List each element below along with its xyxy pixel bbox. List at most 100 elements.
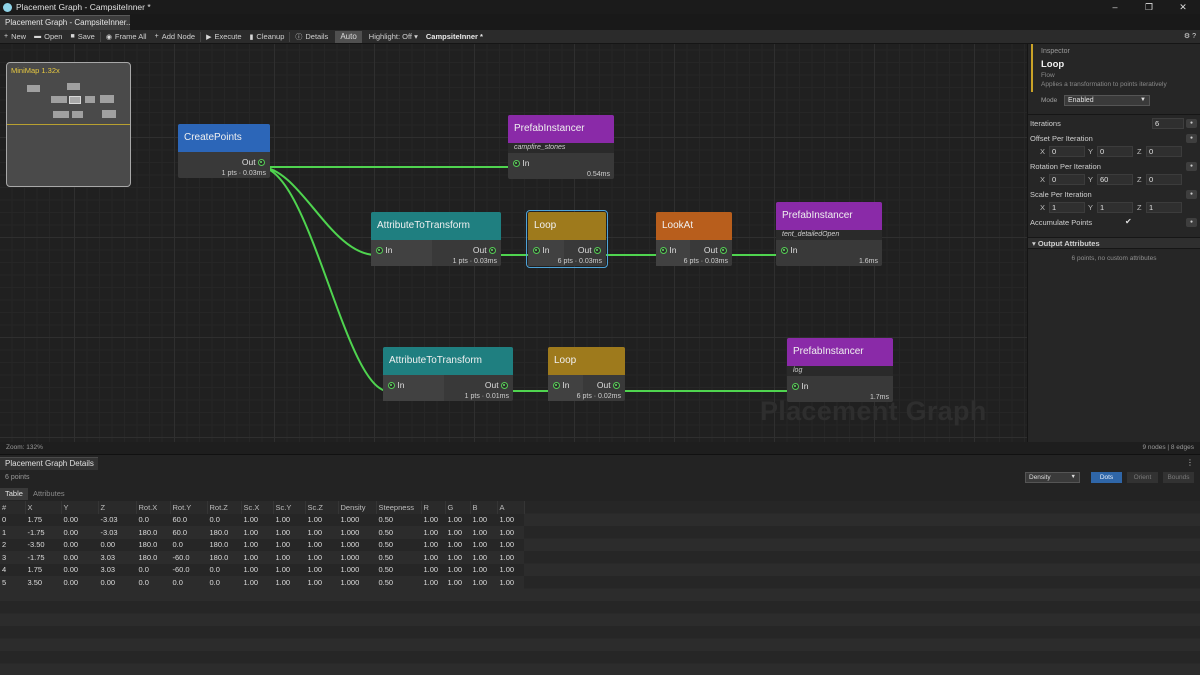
table-row[interactable]: 3 -1.75 0.00 3.03 180.0 -60.0 180.0 1.00 1.00 1.0… <box>0 551 524 564</box>
port-dot-icon[interactable] <box>792 383 799 390</box>
input-port[interactable]: In <box>660 245 676 255</box>
node-look-at[interactable]: LookAt In Out 6 pts · 0.03ms <box>656 212 732 266</box>
column-header[interactable]: Y <box>61 501 99 514</box>
add-node-button[interactable]: + Add Node <box>151 30 199 44</box>
input-port[interactable]: In <box>781 245 797 255</box>
offset-x-field[interactable]: 0 <box>1049 146 1085 157</box>
node-prefab-instancer[interactable]: PrefabInstancer tent_detailedOpen In 1.6… <box>776 202 882 266</box>
details-tab[interactable]: Placement Graph Details <box>0 457 98 470</box>
port-dot-icon[interactable] <box>501 382 508 389</box>
column-header[interactable]: X <box>25 501 62 514</box>
node-create-points[interactable]: CreatePoints Out 1 pts · 0.03ms <box>178 124 270 178</box>
output-port[interactable]: Out <box>485 380 508 390</box>
node-prefab-instancer[interactable]: PrefabInstancer campfire_stones In 0.54m… <box>508 115 614 179</box>
rotation-y-field[interactable]: 60 <box>1097 174 1133 185</box>
orient-toggle[interactable]: Orient <box>1127 472 1158 483</box>
output-port[interactable]: Out <box>704 245 727 255</box>
auto-toggle[interactable]: Auto <box>335 30 362 43</box>
graph-canvas[interactable]: Placement Graph MiniMap 1.32x CreatePoin… <box>0 44 1027 442</box>
column-header[interactable]: Density <box>338 501 377 514</box>
output-port[interactable]: Out <box>578 245 601 255</box>
input-port[interactable]: In <box>792 381 808 391</box>
column-header[interactable]: Z <box>98 501 137 514</box>
output-port[interactable]: Out <box>242 157 265 167</box>
rotation-z-field[interactable]: 0 <box>1146 174 1182 185</box>
offset-y-field[interactable]: 0 <box>1097 146 1133 157</box>
port-dot-icon[interactable] <box>533 247 540 254</box>
node-loop[interactable]: Loop In Out 6 pts · 0.02ms <box>548 347 625 401</box>
execute-button[interactable]: ▶ Execute <box>202 30 246 44</box>
input-port[interactable]: In <box>513 158 529 168</box>
maximize-icon[interactable]: ❐ <box>1132 0 1166 14</box>
output-attributes-header[interactable]: ▾ Output Attributes <box>1028 237 1200 249</box>
reset-button[interactable]: ● <box>1186 119 1197 128</box>
input-port[interactable]: In <box>553 380 569 390</box>
reset-button[interactable]: ● <box>1186 134 1197 143</box>
scale-z-field[interactable]: 1 <box>1146 202 1182 213</box>
tab-attributes[interactable]: Attributes <box>28 488 70 500</box>
cleanup-button[interactable]: ▮ Cleanup <box>246 30 289 44</box>
node-loop[interactable]: Loop In Out 6 pts · 0.03ms <box>526 210 608 268</box>
rotation-x-field[interactable]: 0 <box>1049 174 1085 185</box>
details-button[interactable]: ⓘ Details <box>291 30 332 44</box>
port-dot-icon[interactable] <box>553 382 560 389</box>
column-header[interactable]: Sc.Y <box>273 501 306 514</box>
offset-z-field[interactable]: 0 <box>1146 146 1182 157</box>
column-header[interactable]: Sc.X <box>241 501 274 514</box>
port-dot-icon[interactable] <box>388 382 395 389</box>
table-row[interactable]: 2 -3.50 0.00 0.00 180.0 0.0 180.0 1.00 1.00 1.00 1… <box>0 538 524 551</box>
table-row[interactable]: 0 1.75 0.00 -3.03 0.0 60.0 0.0 1.00 1.00 1.00 1.00… <box>0 513 524 526</box>
node-prefab-instancer[interactable]: PrefabInstancer log In 1.7ms <box>787 338 893 402</box>
port-dot-icon[interactable] <box>660 247 667 254</box>
accumulate-checkbox[interactable]: ✔ <box>1125 217 1132 226</box>
port-dot-icon[interactable] <box>489 247 496 254</box>
column-header[interactable]: Steepness <box>376 501 422 514</box>
scale-x-field[interactable]: 1 <box>1049 202 1085 213</box>
table-row[interactable]: 4 1.75 0.00 3.03 0.0 -60.0 0.0 1.00 1.00 1.00 1.00… <box>0 563 524 576</box>
more-options-icon[interactable]: ⋮ <box>1186 458 1194 467</box>
close-icon[interactable]: ✕ <box>1166 0 1200 14</box>
column-header[interactable]: G <box>445 501 471 514</box>
reset-button[interactable]: ● <box>1186 162 1197 171</box>
iterations-field[interactable]: 6 <box>1152 118 1184 129</box>
open-button[interactable]: ▬ Open <box>30 30 66 44</box>
column-header[interactable]: Rot.Z <box>207 501 242 514</box>
table-row[interactable]: 1 -1.75 0.00 -3.03 180.0 60.0 180.0 1.00 1.00 1.0… <box>0 526 524 539</box>
new-button[interactable]: + New <box>0 30 30 44</box>
port-dot-icon[interactable] <box>781 247 788 254</box>
column-header[interactable]: # <box>0 501 26 514</box>
document-tab[interactable]: Placement Graph - CampsiteInner... <box>0 15 130 30</box>
output-port[interactable]: Out <box>473 245 496 255</box>
minimize-icon[interactable]: – <box>1098 0 1132 14</box>
port-dot-icon[interactable] <box>258 159 265 166</box>
output-port[interactable]: Out <box>597 380 620 390</box>
column-header[interactable]: Rot.Y <box>170 501 208 514</box>
column-header[interactable]: Sc.Z <box>305 501 339 514</box>
node-attribute-to-transform[interactable]: AttributeToTransform In Out 1 pts · 0.01… <box>383 347 513 401</box>
port-dot-icon[interactable] <box>513 160 520 167</box>
scale-y-field[interactable]: 1 <box>1097 202 1133 213</box>
port-dot-icon[interactable] <box>613 382 620 389</box>
column-header[interactable]: A <box>497 501 525 514</box>
input-port[interactable]: In <box>388 380 404 390</box>
bounds-toggle[interactable]: Bounds <box>1163 472 1194 483</box>
minimap[interactable]: MiniMap 1.32x <box>6 62 131 187</box>
mode-dropdown[interactable]: Enabled ▼ <box>1064 95 1150 106</box>
help-icon[interactable]: ⚙ ? <box>1184 30 1196 44</box>
highlight-dropdown[interactable]: Highlight: Off ▾ <box>365 30 422 44</box>
reset-button[interactable]: ● <box>1186 190 1197 199</box>
table-row[interactable]: 5 3.50 0.00 0.00 0.0 0.0 0.0 1.00 1.00 1.00 1.000 0… <box>0 576 524 589</box>
column-header[interactable]: Rot.X <box>136 501 171 514</box>
port-dot-icon[interactable] <box>594 247 601 254</box>
reset-button[interactable]: ● <box>1186 218 1197 227</box>
save-button[interactable]: ■ Save <box>66 30 98 44</box>
input-port[interactable]: In <box>533 245 549 255</box>
color-by-dropdown[interactable]: Density ▼ <box>1025 472 1080 483</box>
port-dot-icon[interactable] <box>376 247 383 254</box>
dots-toggle[interactable]: Dots <box>1091 472 1122 483</box>
input-port[interactable]: In <box>376 245 392 255</box>
column-header[interactable]: R <box>421 501 446 514</box>
tab-table[interactable]: Table <box>0 488 28 500</box>
port-dot-icon[interactable] <box>720 247 727 254</box>
column-header[interactable]: B <box>470 501 498 514</box>
